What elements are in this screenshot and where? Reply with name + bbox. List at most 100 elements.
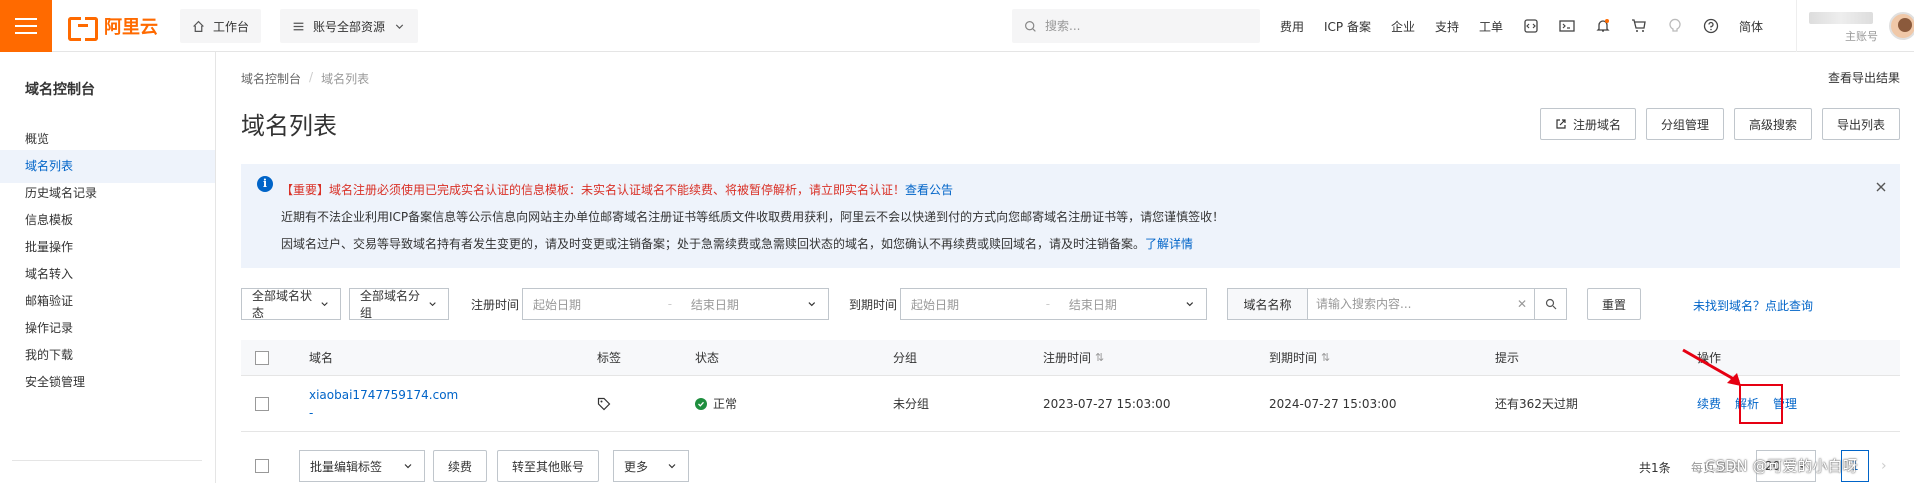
tip-cell: 还有362天过期 bbox=[1495, 397, 1578, 411]
breadcrumb-console[interactable]: 域名控制台 bbox=[241, 70, 301, 87]
next-page-icon[interactable]: › bbox=[1881, 458, 1887, 474]
status-filter-value: 全部域名状态 bbox=[252, 289, 313, 320]
home-icon bbox=[193, 20, 204, 32]
group-filter-select[interactable]: 全部域名分组 bbox=[349, 288, 449, 320]
reg-date-range[interactable]: 起始日期 - 结束日期 bbox=[522, 288, 829, 320]
notice-line-2: 近期有不法企业利用ICP备案信息等公示信息向网站主办单位邮寄域名注册证书等纸质文… bbox=[281, 210, 1225, 224]
terminal-icon[interactable] bbox=[1549, 0, 1585, 52]
exp-date-range[interactable]: 起始日期 - 结束日期 bbox=[900, 288, 1207, 320]
status-cell: 正常 bbox=[695, 376, 737, 431]
notice-line-3-text: 因域名过户、交易等导致域名持有者发生变更的，请及时变更或注销备案；处于急需续费或… bbox=[281, 237, 1146, 251]
resource-select[interactable]: 账号全部资源 bbox=[280, 9, 419, 43]
col-reg-time[interactable]: 注册时间 ⇅ bbox=[1043, 340, 1104, 375]
batch-renew-button[interactable]: 续费 bbox=[433, 450, 488, 482]
user-menu[interactable]: 主账号 bbox=[1796, 0, 1914, 52]
hamburger-menu-icon[interactable] bbox=[0, 0, 52, 52]
row-checkbox[interactable] bbox=[255, 396, 269, 411]
col-tip: 提示 bbox=[1495, 351, 1520, 365]
transfer-account-button[interactable]: 转至其他账号 bbox=[497, 450, 600, 482]
clear-icon[interactable]: ✕ bbox=[1510, 289, 1534, 319]
sidebar-item-security-lock[interactable]: 安全锁管理 bbox=[0, 366, 215, 399]
breadcrumb-separator: / bbox=[309, 70, 314, 84]
register-domain-button[interactable]: 注册域名 bbox=[1539, 108, 1636, 140]
group-manage-button[interactable]: 分组管理 bbox=[1645, 108, 1724, 140]
breadcrumb-current: 域名列表 bbox=[321, 72, 370, 86]
chevron-down-icon bbox=[321, 302, 328, 307]
watermark: CSDN @可爱的小白呀 bbox=[1705, 457, 1858, 475]
search-button[interactable] bbox=[1534, 289, 1566, 319]
code-icon[interactable] bbox=[1513, 0, 1549, 52]
cart-icon[interactable] bbox=[1621, 0, 1657, 52]
page-title: 域名列表 bbox=[241, 112, 337, 140]
export-list-button[interactable]: 导出列表 bbox=[1821, 108, 1900, 140]
date-separator: - bbox=[667, 297, 673, 311]
sort-icon[interactable]: ⇅ bbox=[1095, 351, 1104, 364]
view-export-results-link[interactable]: 查看导出结果 bbox=[1828, 69, 1900, 86]
sidebar-divider bbox=[12, 460, 202, 461]
nav-language[interactable]: 简体 bbox=[1729, 18, 1773, 35]
register-domain-label: 注册域名 bbox=[1572, 117, 1621, 132]
col-domain: 域名 bbox=[309, 351, 334, 365]
group-cell: 未分组 bbox=[893, 397, 930, 411]
reg-time-cell: 2023-07-27 15:03:00 bbox=[1043, 396, 1171, 411]
reg-time-label: 注册时间 bbox=[471, 298, 520, 312]
bell-icon[interactable] bbox=[1585, 0, 1621, 52]
avatar[interactable] bbox=[1889, 12, 1914, 40]
nav-fees[interactable]: 费用 bbox=[1270, 18, 1314, 35]
date-separator: - bbox=[1045, 297, 1051, 311]
batch-edit-tag-select[interactable]: 批量编辑标签 bbox=[299, 450, 425, 482]
status-filter-select[interactable]: 全部域名状态 bbox=[241, 288, 341, 320]
select-all-checkbox[interactable] bbox=[255, 350, 269, 365]
aliyun-logo[interactable]: 阿里云 bbox=[68, 14, 158, 41]
batch-edit-tag-label: 批量编辑标签 bbox=[310, 459, 383, 474]
domain-table: 域名 标签 状态 分组 注册时间 ⇅ 到期时间 ⇅ 提示 操作 xiaobai174… bbox=[241, 340, 1900, 432]
global-search-input[interactable] bbox=[1045, 19, 1235, 33]
tag-icon[interactable] bbox=[597, 397, 611, 411]
domain-name[interactable]: xiaobai1747759174.com bbox=[309, 386, 458, 404]
view-announcement-link[interactable]: 查看公告 bbox=[905, 183, 953, 197]
domain-search-input[interactable] bbox=[1316, 297, 1476, 311]
resource-label: 账号全部资源 bbox=[313, 19, 386, 34]
close-icon[interactable] bbox=[1874, 180, 1888, 194]
top-nav: 费用 ICP 备案 企业 支持 工单 简体 bbox=[1270, 0, 1773, 52]
nav-ticket[interactable]: 工单 bbox=[1469, 18, 1513, 35]
group-filter-value: 全部域名分组 bbox=[360, 289, 421, 320]
workbench-button[interactable]: 工作台 bbox=[180, 9, 262, 43]
reg-end-date[interactable]: 结束日期 bbox=[691, 296, 807, 313]
sidebar-title: 域名控制台 bbox=[25, 82, 95, 98]
exp-start-date[interactable]: 起始日期 bbox=[911, 296, 1046, 313]
more-label: 更多 bbox=[624, 459, 649, 474]
domain-sub: - bbox=[309, 405, 314, 420]
sort-icon[interactable]: ⇅ bbox=[1321, 351, 1330, 364]
reg-start-date[interactable]: 起始日期 bbox=[533, 296, 668, 313]
domain-name-link[interactable]: xiaobai1747759174.com - bbox=[309, 386, 458, 422]
notice-important-text: 【重要】域名注册必须使用已完成实名认证的信息模板：未实名认证域名不能续费、将被暂… bbox=[281, 183, 906, 197]
col-exp-time[interactable]: 到期时间 ⇅ bbox=[1269, 340, 1330, 375]
status-text: 正常 bbox=[713, 397, 738, 411]
help-icon[interactable] bbox=[1693, 0, 1729, 52]
exp-end-date[interactable]: 结束日期 bbox=[1069, 296, 1185, 313]
search-icon bbox=[1025, 20, 1036, 32]
renew-link[interactable]: 续费 bbox=[1697, 395, 1721, 412]
col-exp-time-label: 到期时间 bbox=[1269, 351, 1318, 365]
nav-support[interactable]: 支持 bbox=[1425, 18, 1469, 35]
footer-select-all-checkbox[interactable] bbox=[255, 459, 269, 473]
reset-button[interactable]: 重置 bbox=[1587, 288, 1642, 320]
list-icon bbox=[293, 22, 304, 30]
logo-mark-icon bbox=[68, 17, 98, 41]
nav-icp[interactable]: ICP 备案 bbox=[1314, 18, 1381, 35]
advanced-search-button[interactable]: 高级搜索 bbox=[1733, 108, 1812, 140]
notice-line-1: 【重要】域名注册必须使用已完成实名认证的信息模板：未实名认证域名不能续费、将被暂… bbox=[281, 181, 953, 198]
search-field-select[interactable]: 域名名称 bbox=[1228, 289, 1308, 319]
learn-more-link[interactable]: 了解详情 bbox=[1145, 237, 1193, 251]
table-row: xiaobai1747759174.com - 正常 未分组 2023-07-2… bbox=[241, 348, 1900, 432]
notice-banner: i 【重要】域名注册必须使用已完成实名认证的信息模板：未实名认证域名不能续费、将… bbox=[241, 164, 1900, 268]
lightbulb-icon[interactable] bbox=[1657, 0, 1693, 52]
global-search[interactable] bbox=[1012, 9, 1260, 43]
domain-not-found-link[interactable]: 未找到域名？点此查询 bbox=[1693, 297, 1813, 314]
check-circle-icon bbox=[695, 397, 707, 410]
col-tag: 标签 bbox=[597, 351, 622, 365]
more-select[interactable]: 更多 bbox=[613, 450, 689, 482]
nav-enterprise[interactable]: 企业 bbox=[1381, 18, 1425, 35]
chevron-down-icon bbox=[668, 464, 676, 469]
